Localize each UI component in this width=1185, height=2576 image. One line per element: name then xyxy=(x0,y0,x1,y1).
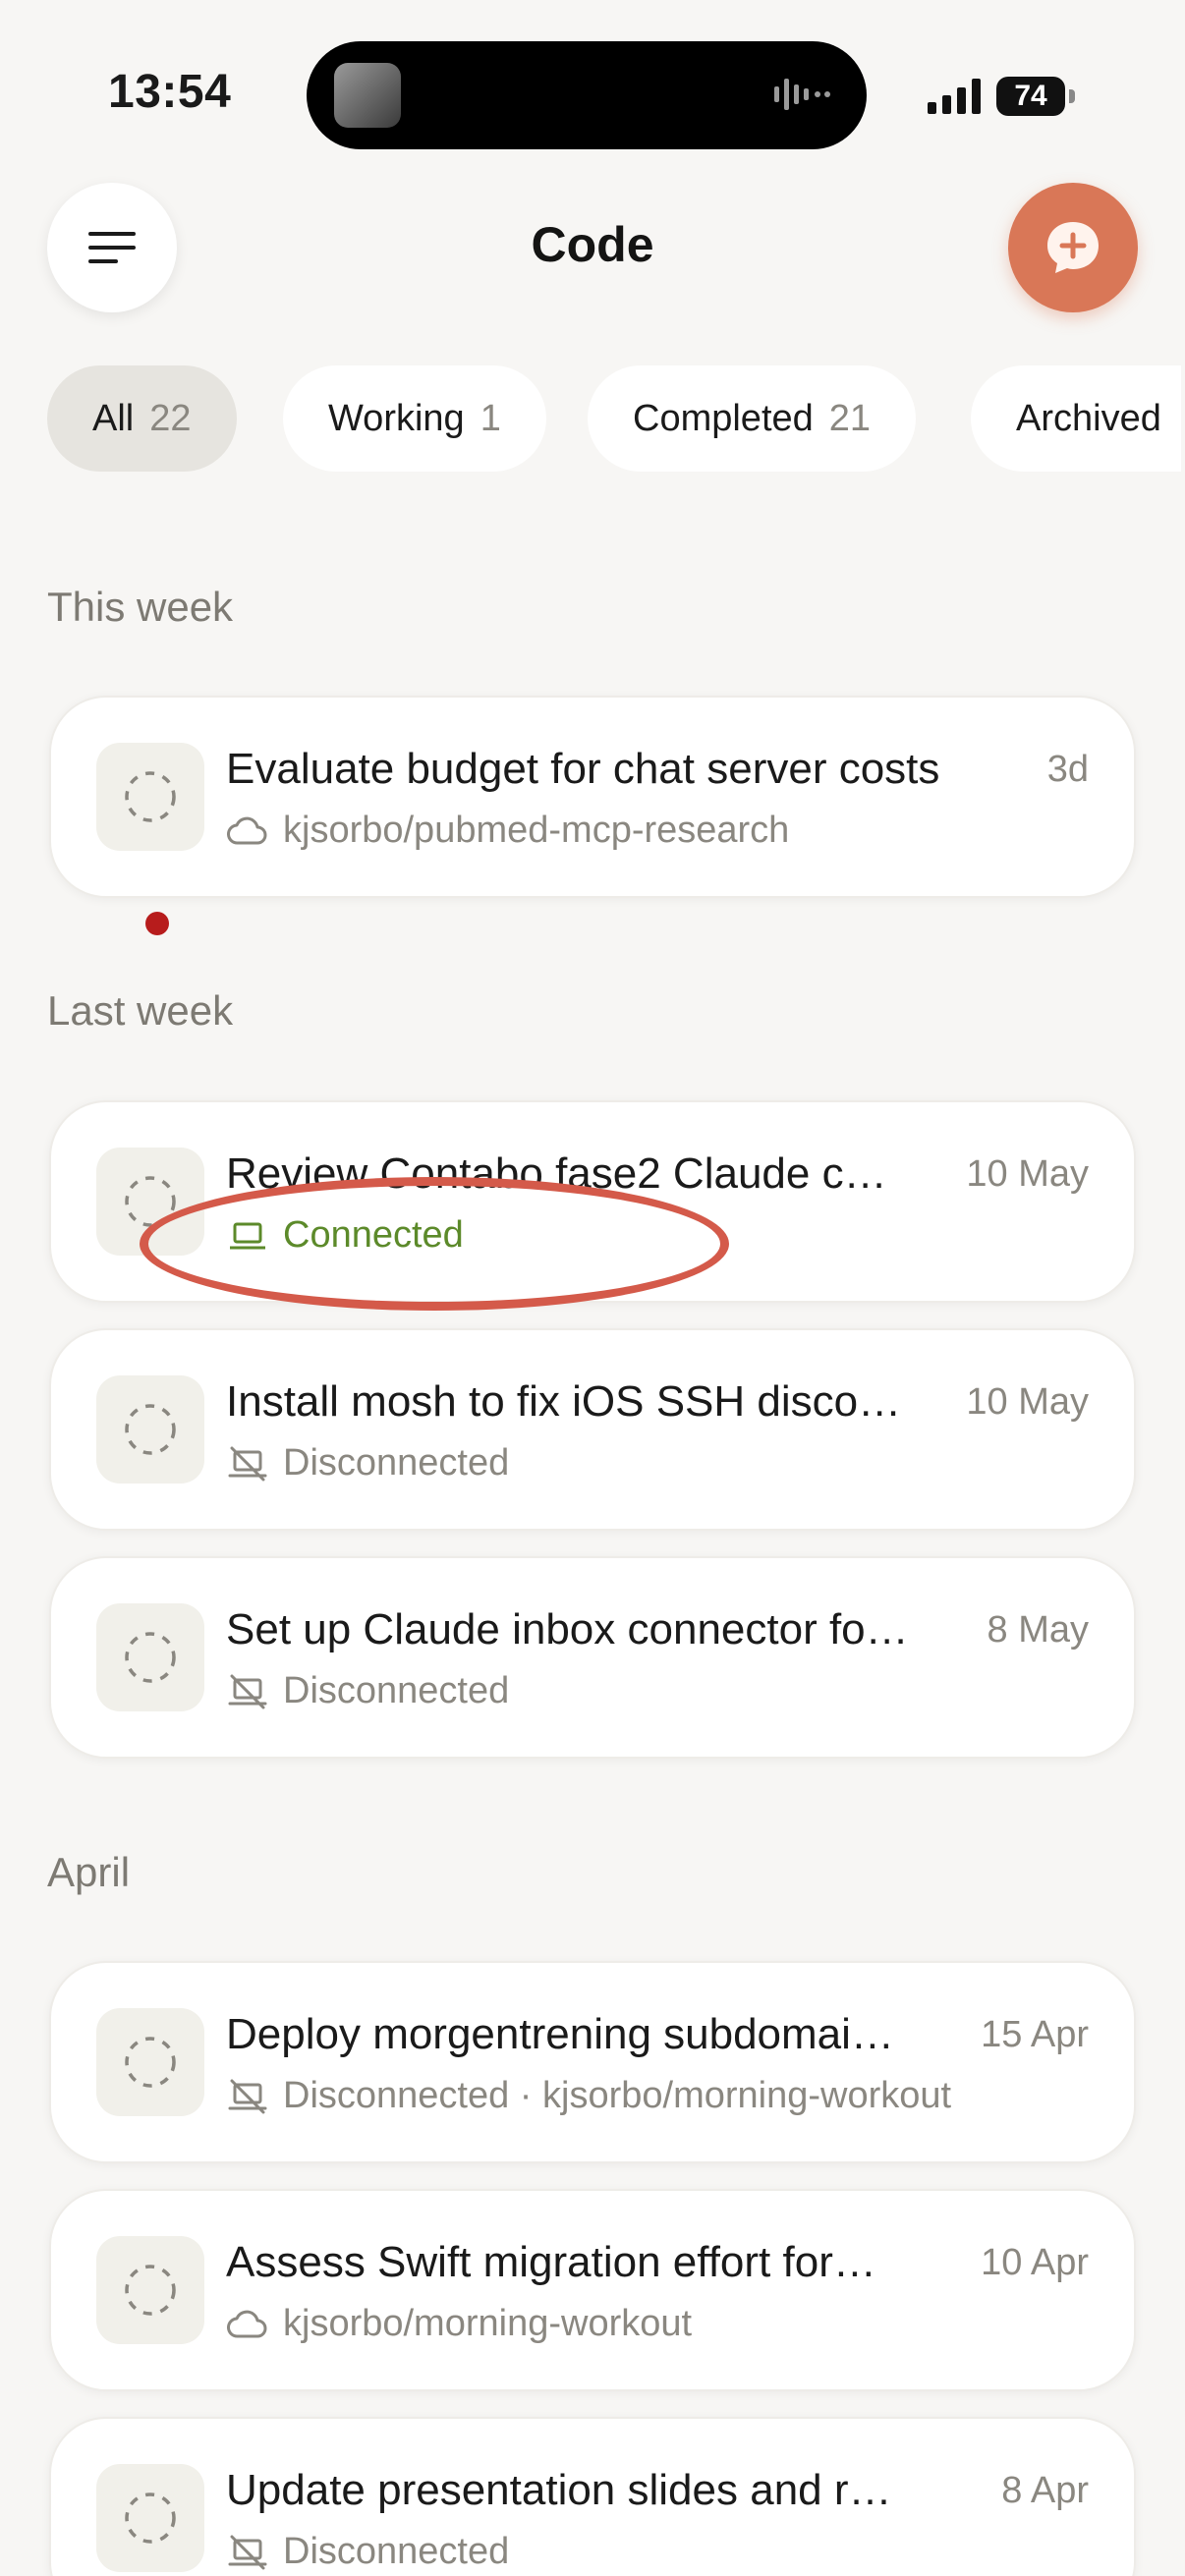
session-card[interactable]: Evaluate budget for chat server costs 3d… xyxy=(49,696,1136,898)
code-sessions-screen: 13:54 74 Code All 22 Working 1 Completed… xyxy=(0,0,1185,2576)
filter-chip-archived[interactable]: Archived xyxy=(971,365,1181,472)
laptop-off-icon xyxy=(228,2535,267,2569)
chip-label: Completed xyxy=(633,398,814,439)
session-card[interactable]: Deploy morgentrening subdomai… 15 Apr Di… xyxy=(49,1961,1136,2163)
session-date: 10 May xyxy=(966,1153,1089,1195)
section-label-last-week: Last week xyxy=(47,987,234,1034)
connection-status: Disconnected · kjsorbo/morning-workout xyxy=(283,2075,952,2116)
filter-chip-working[interactable]: Working 1 xyxy=(283,365,546,472)
filter-chip-all[interactable]: All 22 xyxy=(47,365,237,472)
dynamic-island xyxy=(307,41,867,149)
connection-status: Disconnected xyxy=(283,1670,510,1711)
chip-label: Archived xyxy=(1016,398,1161,439)
laptop-off-icon xyxy=(228,1674,267,1708)
session-card[interactable]: Update presentation slides and r… 8 Apr … xyxy=(49,2417,1136,2576)
session-title: Set up Claude inbox connector fo… xyxy=(226,1605,909,1653)
chip-label: All xyxy=(92,398,135,439)
session-status-icon xyxy=(96,2008,204,2116)
session-repo: kjsorbo/pubmed-mcp-research xyxy=(283,810,790,851)
session-date: 10 May xyxy=(966,1381,1089,1423)
session-status-icon xyxy=(96,1375,204,1484)
session-date: 15 Apr xyxy=(981,2014,1089,2055)
session-title: Update presentation slides and r… xyxy=(226,2466,892,2514)
cloud-icon xyxy=(227,2310,267,2337)
session-title: Install mosh to fix iOS SSH disco… xyxy=(226,1377,902,1426)
session-status-icon xyxy=(96,743,204,851)
section-label-april: April xyxy=(47,1849,131,1895)
status-time: 13:54 xyxy=(108,66,232,118)
session-title: Evaluate budget for chat server costs xyxy=(226,745,940,793)
connection-status: Disconnected xyxy=(283,2531,510,2572)
cloud-icon xyxy=(227,816,267,844)
session-date: 3d xyxy=(1046,749,1089,790)
session-status-icon xyxy=(96,2464,204,2572)
new-session-button[interactable] xyxy=(1008,183,1138,312)
audio-wave-icon xyxy=(774,79,830,110)
cellular-signal-icon xyxy=(928,79,981,114)
session-date: 10 Apr xyxy=(981,2242,1089,2283)
filter-chip-completed[interactable]: Completed 21 xyxy=(588,365,917,472)
session-date: 8 May xyxy=(987,1609,1089,1651)
session-title: Deploy morgentrening subdomai… xyxy=(226,2010,894,2058)
laptop-off-icon xyxy=(228,1446,267,1481)
session-card[interactable]: Set up Claude inbox connector fo… 8 May … xyxy=(49,1556,1136,1759)
session-date: 8 Apr xyxy=(1001,2470,1089,2511)
chip-count: 1 xyxy=(480,398,501,439)
session-repo: kjsorbo/morning-workout xyxy=(283,2303,693,2344)
session-card[interactable]: Install mosh to fix iOS SSH disco… 10 Ma… xyxy=(49,1328,1136,1531)
section-label-this-week: This week xyxy=(47,584,234,630)
session-status-icon xyxy=(96,2236,204,2344)
chip-label: Working xyxy=(328,398,465,439)
laptop-off-icon xyxy=(228,2079,267,2113)
battery-icon: 74 xyxy=(996,77,1075,116)
session-title: Assess Swift migration effort for… xyxy=(226,2238,876,2286)
chip-count: 22 xyxy=(149,398,192,439)
session-card[interactable]: Assess Swift migration effort for… 10 Ap… xyxy=(49,2189,1136,2391)
now-playing-thumbnail xyxy=(334,63,401,128)
unread-dot xyxy=(145,912,169,935)
session-status-icon xyxy=(96,1603,204,1711)
connection-status: Disconnected xyxy=(283,1442,510,1484)
annotation-ellipse xyxy=(140,1177,729,1311)
chip-count: 21 xyxy=(828,398,872,439)
new-chat-plus-icon xyxy=(1047,222,1099,273)
